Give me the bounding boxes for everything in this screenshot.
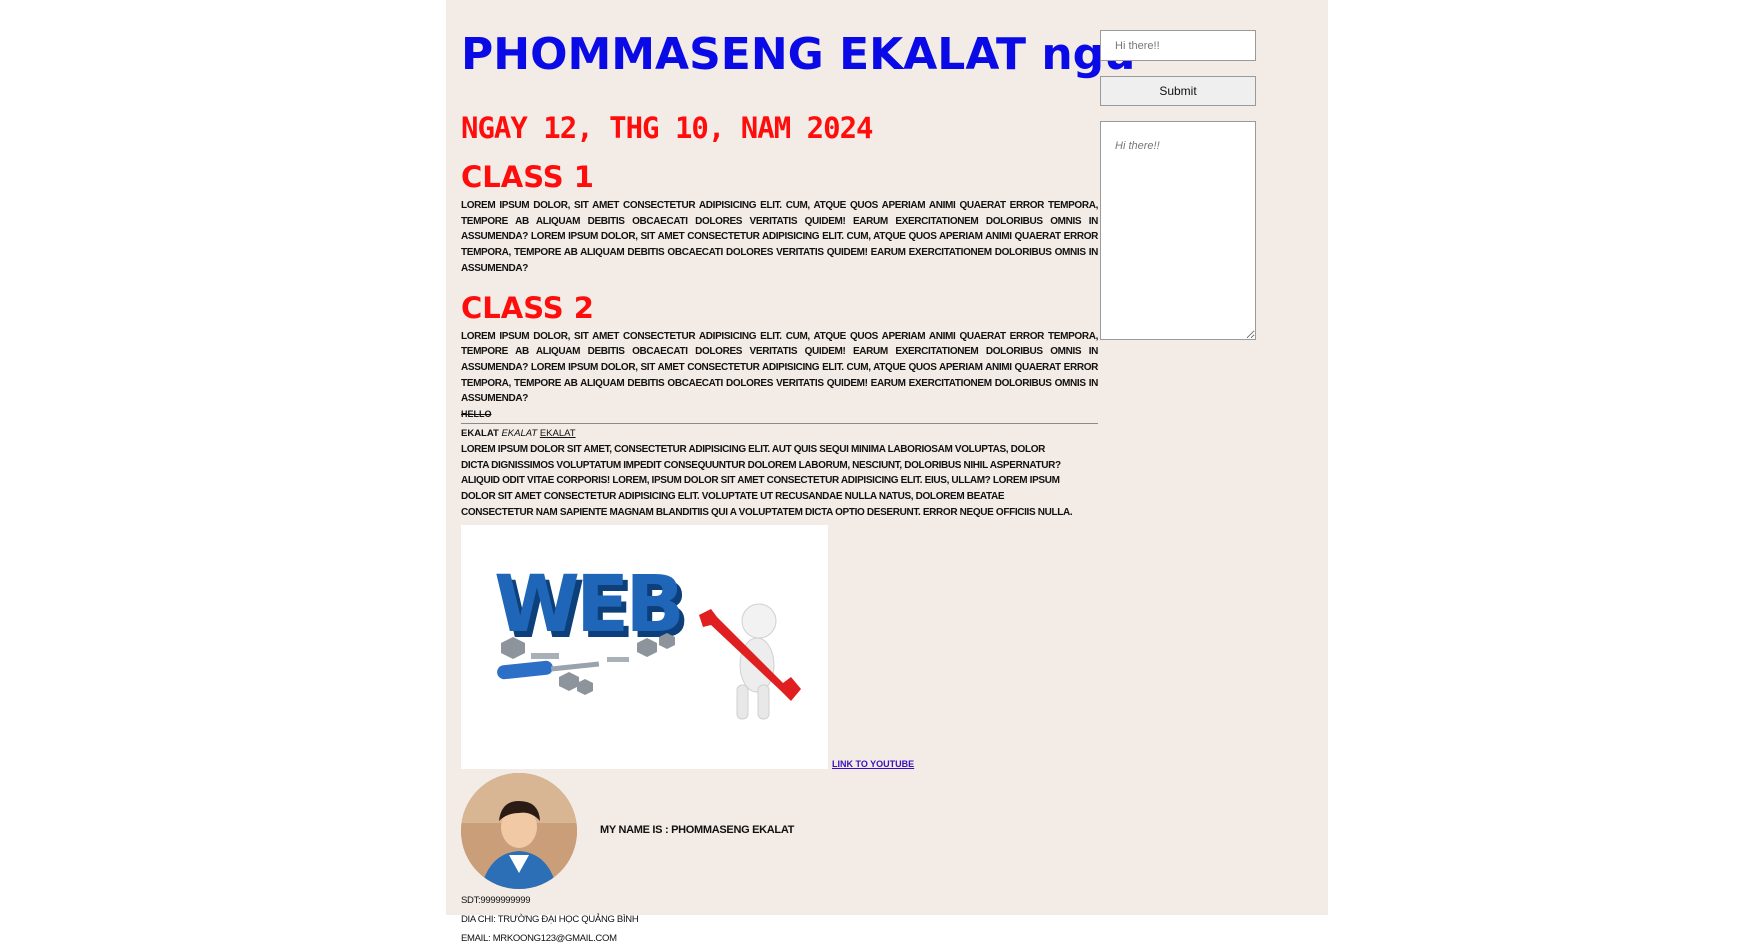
main-content: PHOMMASENG EKALAT ngu Ngay 12, thg 10, n… bbox=[461, 18, 1136, 948]
web-illustration: WEB WEB bbox=[494, 560, 801, 720]
divider bbox=[461, 423, 1098, 425]
web-logo-text: WEB bbox=[494, 560, 681, 650]
phone-text: SDT:9999999999 bbox=[461, 894, 531, 906]
contact-info: SDT:9999999999 Dia chi: Trường Đại Học Q… bbox=[461, 891, 1098, 948]
greeting-input[interactable] bbox=[1100, 30, 1256, 61]
page-container: PHOMMASENG EKALAT ngu Ngay 12, thg 10, n… bbox=[446, 0, 1328, 944]
screwdriver-icon bbox=[497, 660, 600, 679]
youtube-link[interactable]: Link to youtube bbox=[832, 759, 914, 769]
figure-with-wrench-icon bbox=[699, 603, 801, 720]
hello-strikethrough: Hello bbox=[461, 409, 492, 420]
lorem-paragraph: Lorem ipsum dolor sit amet, consectetur … bbox=[461, 444, 1073, 518]
profile-name: My name is : PHOMMASENG EKALAT bbox=[600, 823, 795, 836]
name-bold: Ekalat bbox=[461, 428, 499, 440]
message-textarea[interactable] bbox=[1100, 121, 1256, 340]
profile-section: My name is : PHOMMASENG EKALAT bbox=[461, 772, 1098, 891]
name-underline: Ekalat bbox=[539, 428, 576, 440]
image-row: WEB WEB LINK TO YOUTUBE bbox=[461, 524, 1098, 769]
date-heading: Ngay 12, thg 10, nam 2024 bbox=[461, 111, 874, 145]
page-title: PHOMMASENG EKALAT ngu bbox=[461, 29, 1136, 80]
person-photo bbox=[461, 772, 577, 889]
class-2-text: Lorem ipsum dolor, sit amet consectetur … bbox=[461, 330, 1098, 405]
class-1-heading: Class 1 bbox=[461, 160, 594, 194]
name-italic: Ekalat bbox=[501, 428, 538, 440]
class-1-text: Lorem ipsum dolor, sit amet consectetur … bbox=[461, 200, 1098, 274]
class-2-heading: Class 2 bbox=[461, 290, 594, 325]
name-styles: Ekalat Ekalat Ekalat bbox=[461, 427, 1098, 441]
address-text: Dia chi: Trường Đại Học Quảng Bình bbox=[461, 913, 639, 925]
side-form: Submit bbox=[1100, 30, 1256, 344]
email-text: Email: mrkoong123@gmail.com bbox=[461, 932, 617, 944]
avatar bbox=[461, 772, 577, 889]
submit-button[interactable]: Submit bbox=[1100, 76, 1256, 106]
web-repair-image: WEB WEB bbox=[461, 524, 828, 769]
